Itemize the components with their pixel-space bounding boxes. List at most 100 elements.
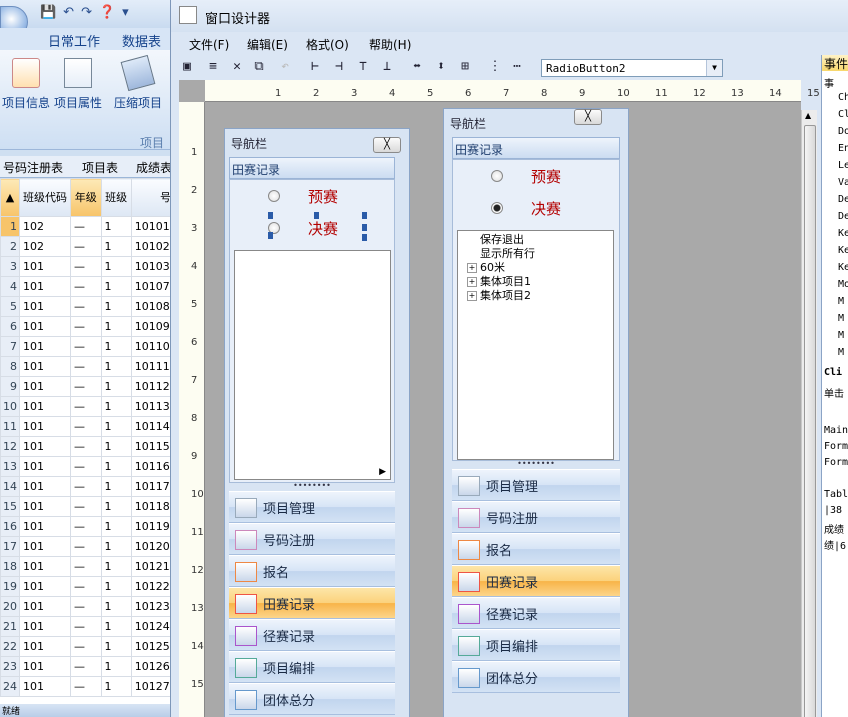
table-row[interactable]: 13 101—1 10116 bbox=[0, 456, 175, 477]
table-cell[interactable]: 1 bbox=[100, 576, 132, 597]
vertical-spacing-icon[interactable]: ⋮ bbox=[487, 59, 503, 75]
table-cell[interactable]: 10120 bbox=[130, 536, 175, 557]
same-width-icon[interactable]: ⬌ bbox=[409, 59, 425, 75]
row-number[interactable]: 18 bbox=[0, 556, 20, 577]
select-all-corner[interactable]: ▲ bbox=[0, 178, 20, 217]
table-cell[interactable]: 1 bbox=[100, 256, 132, 277]
table-cell[interactable]: 101 bbox=[19, 536, 71, 557]
table-cell[interactable]: 1 bbox=[100, 376, 132, 397]
table-cell[interactable]: 1 bbox=[100, 336, 132, 357]
event-item[interactable]: Va bbox=[822, 177, 848, 194]
row-number[interactable]: 15 bbox=[0, 496, 20, 517]
row-number[interactable]: 21 bbox=[0, 616, 20, 637]
nav-button[interactable]: 号码注册 bbox=[229, 523, 395, 555]
table-cell[interactable]: — bbox=[70, 596, 102, 617]
table-cell[interactable]: 10119 bbox=[130, 516, 175, 537]
row-number[interactable]: 11 bbox=[0, 416, 20, 437]
event-item[interactable]: Le bbox=[822, 160, 848, 177]
row-number[interactable]: 23 bbox=[0, 656, 20, 677]
row-number[interactable]: 20 bbox=[0, 596, 20, 617]
event-item[interactable]: Ke bbox=[822, 245, 848, 262]
event-item[interactable]: Ch bbox=[822, 92, 848, 109]
table-cell[interactable]: 1 bbox=[100, 556, 132, 577]
align-bottom-icon[interactable]: ⊥ bbox=[379, 59, 395, 75]
event-item[interactable]: M bbox=[822, 330, 848, 347]
row-number[interactable]: 5 bbox=[0, 296, 20, 317]
chevron-down-icon[interactable]: ▼ bbox=[706, 60, 722, 76]
row-number[interactable]: 1 bbox=[0, 216, 20, 237]
table-cell[interactable]: 10123 bbox=[130, 596, 175, 617]
row-number[interactable]: 4 bbox=[0, 276, 20, 297]
table-cell[interactable]: 101 bbox=[19, 436, 71, 457]
align-right-icon[interactable]: ⊣ bbox=[331, 59, 347, 75]
table-cell[interactable]: 101 bbox=[19, 356, 71, 377]
table-cell[interactable]: — bbox=[70, 336, 102, 357]
table-row[interactable]: 19 101—1 10122 bbox=[0, 576, 175, 597]
row-number[interactable]: 6 bbox=[0, 316, 20, 337]
radio-prelim[interactable] bbox=[268, 190, 280, 202]
menu-format[interactable]: 格式(O) bbox=[306, 36, 349, 53]
same-height-icon[interactable]: ⬍ bbox=[433, 59, 449, 75]
row-number[interactable]: 14 bbox=[0, 476, 20, 497]
table-cell[interactable]: 10102 bbox=[130, 236, 175, 257]
table-cell[interactable]: — bbox=[70, 456, 102, 477]
event-item[interactable]: En bbox=[822, 143, 848, 160]
table-cell[interactable]: 10112 bbox=[130, 376, 175, 397]
table-cell[interactable]: 101 bbox=[19, 476, 71, 497]
table-row[interactable]: 8 101—1 10111 bbox=[0, 356, 175, 377]
table-cell[interactable]: — bbox=[70, 636, 102, 657]
project-props-button[interactable]: 项目属性 bbox=[52, 58, 104, 111]
table-cell[interactable]: 10122 bbox=[130, 576, 175, 597]
undo-icon[interactable]: ↶ bbox=[277, 59, 293, 75]
table-cell[interactable]: 1 bbox=[100, 416, 132, 437]
table-cell[interactable]: 1 bbox=[100, 516, 132, 537]
table-cell[interactable]: — bbox=[70, 236, 102, 257]
table-cell[interactable]: 1 bbox=[100, 616, 132, 637]
row-number[interactable]: 8 bbox=[0, 356, 20, 377]
vertical-scrollbar[interactable]: ▲ bbox=[801, 110, 817, 717]
table-cell[interactable]: 1 bbox=[100, 476, 132, 497]
tab-daily-work[interactable]: 日常工作 bbox=[48, 31, 100, 50]
table-row[interactable]: 21 101—1 10124 bbox=[0, 616, 175, 637]
table-row[interactable]: 10 101—1 10113 bbox=[0, 396, 175, 417]
nav-button[interactable]: 报名 bbox=[452, 533, 620, 565]
nav-button[interactable]: 项目编排 bbox=[229, 651, 395, 683]
row-number[interactable]: 22 bbox=[0, 636, 20, 657]
segment-title[interactable]: 田赛记录 bbox=[229, 157, 395, 179]
design-surface[interactable]: 1 2 3 4 5 6 7 8 9 10 11 12 13 14 15 1 2 3 4 5 6 7 8 9 10 11 12 13 1… bbox=[179, 80, 820, 717]
quick-access-icons[interactable]: 💾↶↷❓▾ bbox=[40, 5, 136, 20]
table-cell[interactable]: 10117 bbox=[130, 476, 175, 497]
scroll-right-icon[interactable]: ▶ bbox=[379, 467, 386, 477]
nav-button[interactable]: 团体总分 bbox=[452, 661, 620, 693]
table-row[interactable]: 14 101—1 10117 bbox=[0, 476, 175, 497]
align-top-icon[interactable]: ⊤ bbox=[355, 59, 371, 75]
event-item[interactable]: Ke bbox=[822, 262, 848, 279]
tree-view[interactable]: 保存退出显示所有行60米集体项目1集体项目2 bbox=[457, 230, 614, 460]
selection-handle[interactable] bbox=[268, 212, 273, 219]
row-number[interactable]: 12 bbox=[0, 436, 20, 457]
table-row[interactable]: 11 101—1 10114 bbox=[0, 416, 175, 437]
table-cell[interactable]: 101 bbox=[19, 496, 71, 517]
nav-button[interactable]: 径赛记录 bbox=[229, 619, 395, 651]
table-cell[interactable]: 10110 bbox=[130, 336, 175, 357]
nav-button[interactable]: 项目管理 bbox=[229, 491, 395, 523]
radio-prelim[interactable] bbox=[491, 170, 503, 182]
row-number[interactable]: 10 bbox=[0, 396, 20, 417]
selection-handle[interactable] bbox=[362, 224, 367, 231]
table-cell[interactable]: 101 bbox=[19, 616, 71, 637]
row-number[interactable]: 9 bbox=[0, 376, 20, 397]
control-selector[interactable]: RadioButton2 ▼ bbox=[541, 59, 723, 77]
row-number[interactable]: 2 bbox=[0, 236, 20, 257]
nav-panel-left[interactable]: 导航栏 ╳ 田赛记录 预赛 决赛 ▶ •••••••• 项目管理 号码注册 报名 田赛… bbox=[224, 128, 410, 717]
close-icon[interactable]: ╳ bbox=[373, 137, 401, 153]
table-cell[interactable]: 10124 bbox=[130, 616, 175, 637]
event-item[interactable]: Do bbox=[822, 126, 848, 143]
table-cell[interactable]: 1 bbox=[100, 216, 132, 237]
tree-node[interactable]: 集体项目2 bbox=[458, 289, 613, 303]
table-cell[interactable]: 102 bbox=[19, 216, 71, 237]
row-number[interactable]: 24 bbox=[0, 676, 20, 697]
properties-icon[interactable]: ≡ bbox=[205, 59, 221, 75]
table-cell[interactable]: 10121 bbox=[130, 556, 175, 577]
table-row[interactable]: 4 101—1 10107 bbox=[0, 276, 175, 297]
radio-final[interactable] bbox=[491, 202, 503, 214]
